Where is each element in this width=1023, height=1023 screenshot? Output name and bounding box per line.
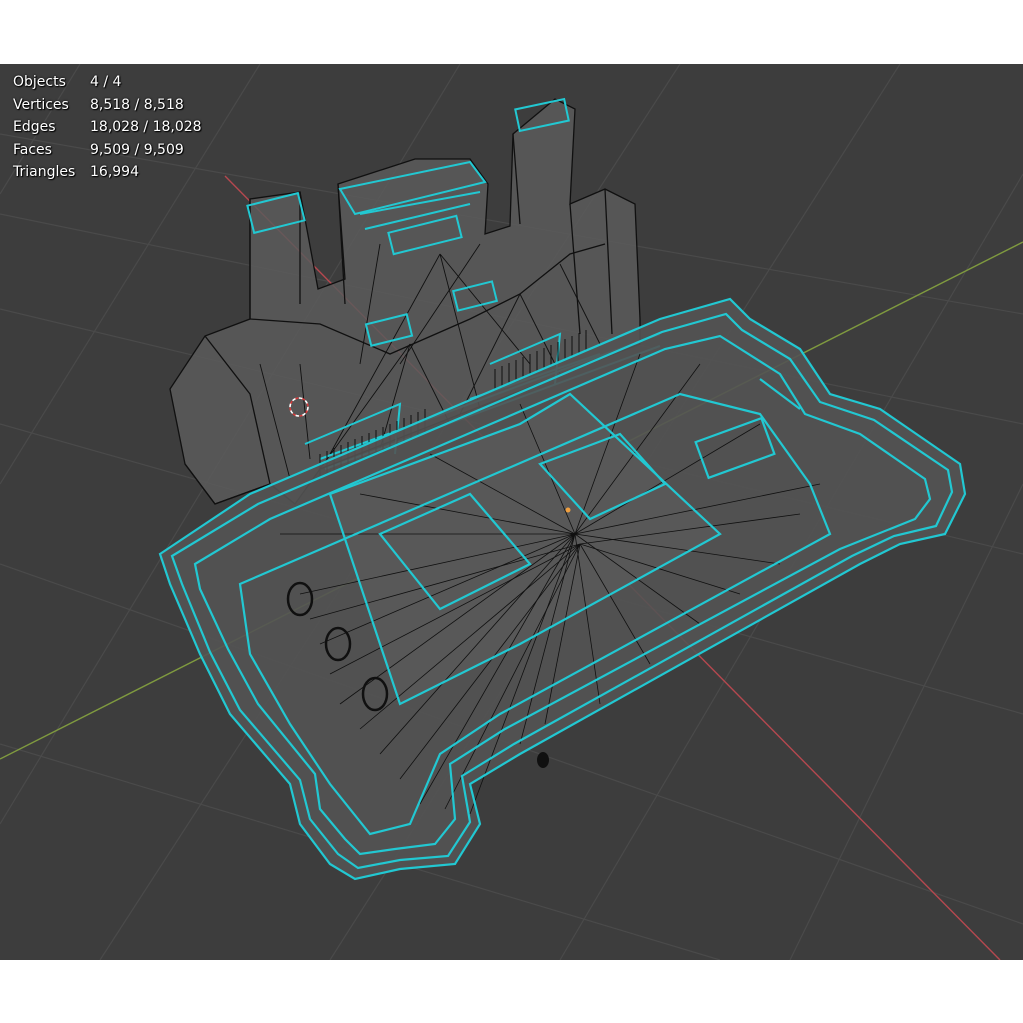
stat-value-vertices: 8,518 / 8,518	[90, 96, 184, 113]
stat-row-faces: Faces 9,509 / 9,509	[13, 139, 202, 162]
stat-label-triangles: Triangles	[13, 164, 76, 181]
stat-row-edges: Edges 18,028 / 18,028	[13, 116, 202, 139]
side-knob	[537, 752, 549, 768]
stat-label-faces: Faces	[13, 141, 52, 158]
stat-row-vertices: Vertices 8,518 / 8,518	[13, 94, 202, 117]
stat-row-objects: Objects 4 / 4	[13, 71, 202, 94]
stat-label-objects: Objects	[13, 74, 66, 90]
stat-value-faces: 9,509 / 9,509	[90, 141, 184, 158]
viewport-scene[interactable]	[0, 64, 1023, 960]
object-origin	[565, 507, 571, 513]
stat-value-objects: 4 / 4	[90, 74, 122, 90]
3d-viewport[interactable]: Objects 4 / 4 Vertices 8,518 / 8,518 Edg…	[0, 64, 1023, 960]
statistics-overlay: Objects 4 / 4 Vertices 8,518 / 8,518 Edg…	[13, 71, 202, 184]
stat-value-triangles: 16,994	[90, 164, 139, 181]
stat-label-vertices: Vertices	[13, 96, 69, 113]
stat-value-edges: 18,028 / 18,028	[90, 119, 202, 136]
stat-row-triangles: Triangles 16,994	[13, 161, 202, 184]
stat-label-edges: Edges	[13, 119, 56, 136]
